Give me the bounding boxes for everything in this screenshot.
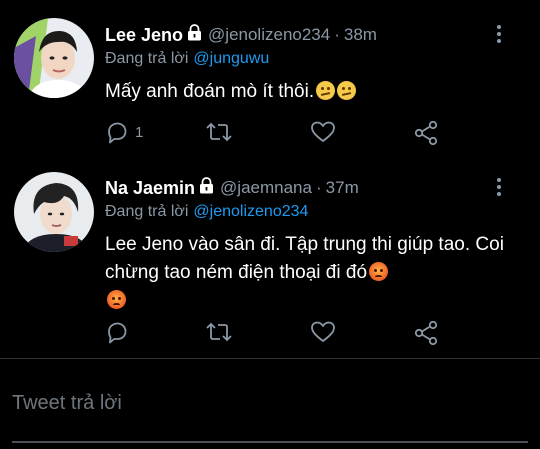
retweet-icon: [206, 122, 232, 142]
tweet-text: Lee Jeno vào sân đi. Tập trung thi giúp …: [105, 231, 515, 315]
retweet-icon: [206, 322, 232, 342]
like-button[interactable]: [310, 320, 336, 344]
tweet-text-content: Lee Jeno vào sân đi. Tập trung thi giúp …: [105, 234, 504, 283]
angry-face-icon: [369, 262, 389, 281]
retweet-button[interactable]: [205, 120, 233, 144]
user-handle[interactable]: @jaemnana: [220, 178, 312, 198]
like-button[interactable]: [310, 120, 336, 144]
replying-to: Đang trả lời @junguwu: [105, 50, 269, 68]
display-name[interactable]: Lee Jeno: [105, 25, 183, 46]
replying-prefix: Đang trả lời: [105, 50, 189, 67]
mention-link[interactable]: @jenolizeno234: [193, 203, 308, 220]
confused-face-icon: [316, 81, 336, 100]
display-name[interactable]: Na Jaemin: [105, 178, 195, 199]
confused-face-icon: [337, 81, 357, 100]
avatar[interactable]: [14, 172, 94, 252]
tweet[interactable]: Na Jaemin @jaemnana · 37m Đang trả lời @j…: [0, 160, 540, 360]
more-options-icon[interactable]: [496, 25, 502, 43]
share-icon: [414, 120, 438, 146]
tweet-header: Lee Jeno @jenolizeno234 · 38m: [105, 24, 377, 46]
share-icon: [414, 320, 438, 346]
replying-to: Đang trả lời @jenolizeno234: [105, 203, 308, 221]
replying-prefix: Đang trả lời: [105, 203, 189, 220]
divider: [0, 358, 540, 359]
separator-dot: ·: [315, 178, 322, 197]
reply-icon: [108, 122, 127, 144]
more-options-icon[interactable]: [496, 178, 502, 196]
reply-icon: [108, 322, 127, 344]
tweet-actions: [105, 320, 445, 346]
separator-dot: ·: [334, 25, 340, 44]
share-button[interactable]: [413, 120, 439, 146]
retweet-button[interactable]: [205, 320, 233, 344]
tweet-text-content: Mấy anh đoán mò ít thôi.: [105, 81, 315, 102]
tweet-actions: 1: [105, 120, 445, 146]
reply-input[interactable]: Tweet trả lời: [12, 392, 122, 415]
share-button[interactable]: [413, 320, 439, 346]
angry-face-icon: [107, 290, 126, 309]
tweet[interactable]: Lee Jeno @jenolizeno234 · 38m Đang trả l…: [0, 0, 540, 160]
heart-icon: [311, 121, 335, 142]
lock-icon: [199, 177, 214, 199]
heart-icon: [311, 321, 335, 342]
timestamp[interactable]: 37m: [326, 178, 359, 198]
lock-icon: [187, 24, 202, 46]
reply-button[interactable]: [105, 320, 135, 344]
reply-button[interactable]: 1: [105, 120, 143, 144]
timestamp[interactable]: 38m: [344, 25, 377, 45]
tweet-text: Mấy anh đoán mò ít thôi.: [105, 78, 515, 106]
tweet-header: Na Jaemin @jaemnana · 37m: [105, 177, 359, 199]
user-handle[interactable]: @jenolizeno234: [208, 25, 330, 45]
mention-link[interactable]: @junguwu: [193, 50, 269, 67]
avatar[interactable]: [14, 18, 94, 98]
reply-count: 1: [135, 123, 144, 141]
reply-input-underline: [12, 441, 528, 443]
